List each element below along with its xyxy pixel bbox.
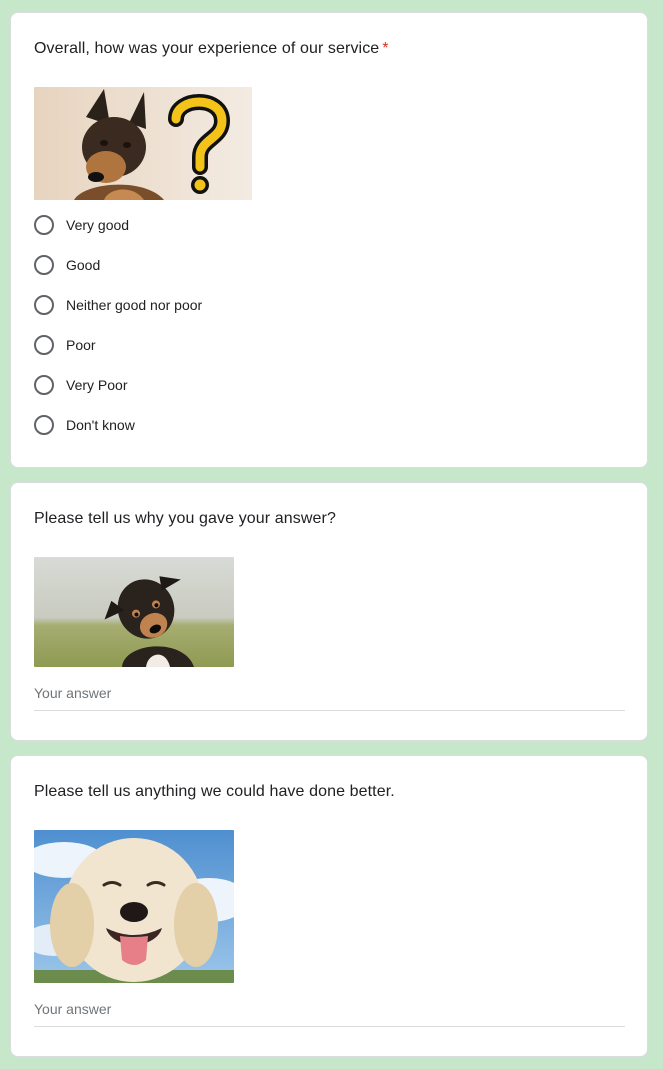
answer-input[interactable]: Your answer: [34, 680, 625, 711]
question-title: Overall, how was your experience of our …: [34, 39, 389, 59]
option-label: Good: [66, 257, 101, 273]
question-title-text: Overall, how was your experience of our …: [34, 40, 380, 57]
question-card-experience: Overall, how was your experience of our …: [10, 12, 648, 468]
question-title: Please tell us why you gave your answer?: [34, 510, 336, 527]
radio-button[interactable]: [34, 415, 54, 435]
radio-button[interactable]: [34, 255, 54, 275]
question-card-improve: Please tell us anything we could have do…: [10, 755, 648, 1057]
option-label: Very Poor: [66, 377, 128, 393]
option-label: Very good: [66, 217, 130, 233]
question-title: Please tell us anything we could have do…: [34, 783, 395, 800]
option-neither[interactable]: Neither good nor poor: [34, 293, 202, 317]
option-label: Don't know: [66, 417, 135, 433]
radio-button[interactable]: [34, 215, 54, 235]
option-label: Neither good nor poor: [66, 297, 203, 313]
option-very-good[interactable]: Very good: [34, 213, 129, 237]
smiling-golden-dog-image: [34, 830, 234, 983]
tilted-head-dog-image: [34, 557, 234, 667]
option-dont-know[interactable]: Don't know: [34, 413, 135, 437]
radio-button[interactable]: [34, 295, 54, 315]
option-poor[interactable]: Poor: [34, 333, 96, 357]
question-card-why: Please tell us why you gave your answer?: [10, 482, 648, 741]
answer-input[interactable]: Your answer: [34, 996, 625, 1027]
required-asterisk: *: [382, 40, 389, 57]
option-very-poor[interactable]: Very Poor: [34, 373, 127, 397]
option-good[interactable]: Good: [34, 253, 100, 277]
radio-button[interactable]: [34, 375, 54, 395]
radio-button[interactable]: [34, 335, 54, 355]
dog-question-mark-image: [34, 87, 252, 200]
option-label: Poor: [66, 337, 96, 353]
